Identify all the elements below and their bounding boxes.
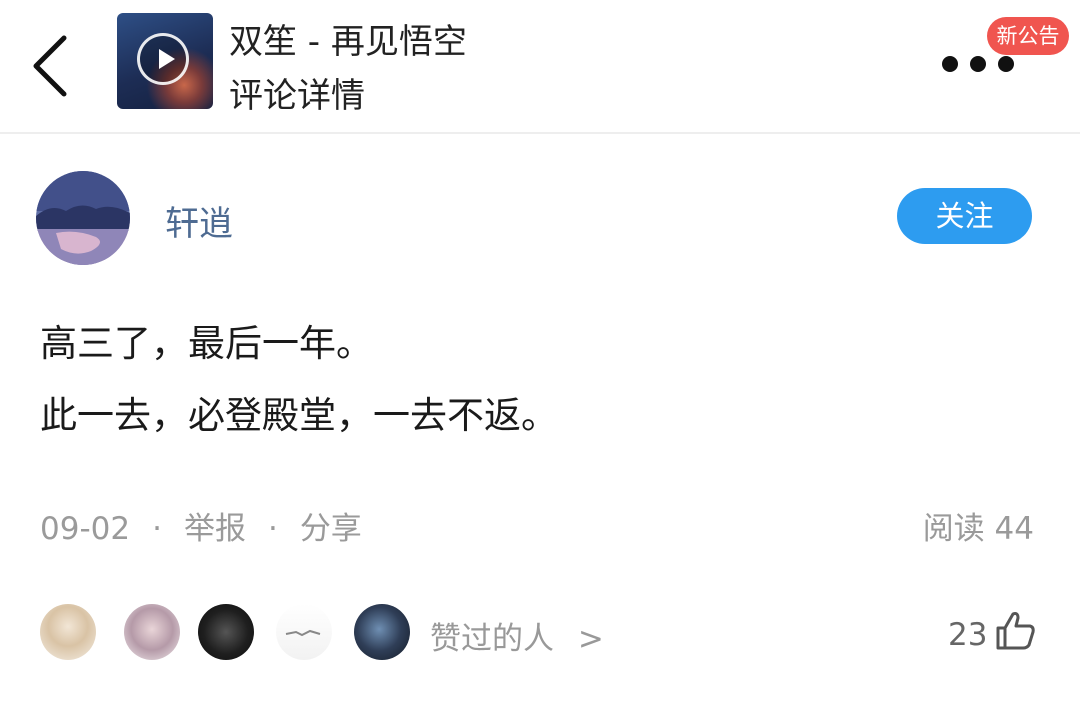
comment-text: 高三了，最后一年。 此一去，必登殿堂，一去不返。 — [40, 308, 558, 452]
separator: · — [267, 511, 278, 547]
page-title: 评论详情 — [229, 76, 365, 116]
more-button[interactable] — [938, 54, 1018, 78]
follow-button[interactable]: 关注 — [897, 188, 1032, 244]
more-dot — [970, 56, 986, 72]
liker-avatar-text-icon — [285, 629, 321, 637]
separator: · — [152, 511, 162, 547]
comment-line: 高三了，最后一年。 — [40, 322, 373, 365]
more-dot — [998, 56, 1014, 72]
liked-people-link[interactable]: 赞过的人 > — [430, 613, 604, 658]
announcement-badge[interactable]: 新公告 — [987, 17, 1069, 55]
report-link[interactable]: 举报 — [184, 511, 246, 547]
avatar[interactable] — [36, 171, 130, 265]
back-button[interactable] — [22, 30, 82, 102]
share-link[interactable]: 分享 — [300, 511, 362, 547]
play-icon[interactable] — [137, 33, 189, 85]
liked-people-label: 赞过的人 — [430, 621, 554, 657]
back-arrow-icon — [33, 35, 67, 97]
comment-date: 09-02 — [40, 511, 131, 547]
song-cover[interactable] — [117, 13, 213, 109]
liker-avatar[interactable] — [354, 604, 410, 660]
liker-avatar[interactable] — [276, 604, 332, 660]
thumbs-up-icon — [996, 612, 1035, 650]
song-title[interactable]: 双笙 - 再见悟空 — [229, 14, 467, 63]
comment-meta: 09-02 · 举报 · 分享 — [40, 503, 362, 548]
liker-avatar[interactable] — [124, 604, 180, 660]
avatar-image — [36, 171, 130, 265]
liker-avatar[interactable] — [198, 604, 254, 660]
like-button[interactable] — [992, 608, 1038, 654]
read-number: 44 — [994, 511, 1034, 547]
username[interactable]: 轩逍 — [165, 196, 233, 245]
comment-line: 此一去，必登殿堂，一去不返。 — [40, 394, 558, 437]
more-dots-icon — [942, 56, 958, 72]
top-bar: 双笙 - 再见悟空 评论详情 新公告 — [0, 0, 1080, 134]
read-label: 阅读 — [922, 511, 985, 547]
chevron-right-icon: > — [577, 621, 604, 657]
read-count: 阅读 44 — [923, 503, 1034, 548]
like-count: 23 — [948, 617, 988, 653]
liker-avatar[interactable] — [40, 604, 96, 660]
